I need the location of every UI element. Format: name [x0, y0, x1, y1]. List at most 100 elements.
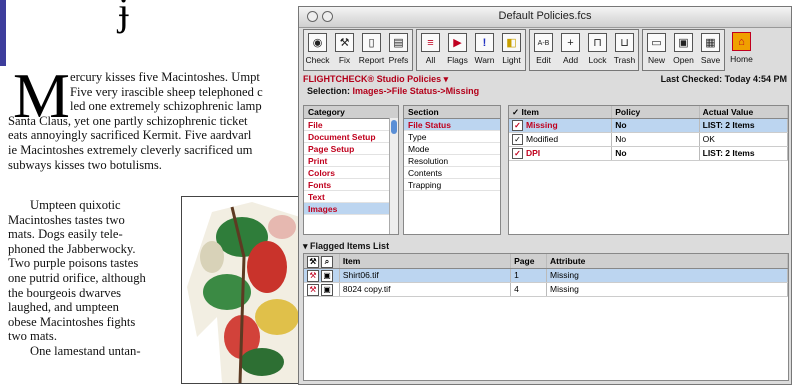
checkbox-checked-icon[interactable]: ✓ [512, 134, 523, 146]
toolbar-label: Fix [338, 55, 351, 65]
item-cell: ✓ DPI [509, 147, 613, 160]
all-flags-icon: ≡ [421, 33, 440, 52]
text-line: subways kisses two botulisms. [8, 157, 162, 172]
fix-icon[interactable]: ⚒ [307, 269, 319, 282]
category-item-fonts[interactable]: Fonts [304, 179, 398, 191]
flagged-items-title[interactable]: ▾ Flagged Items List [303, 241, 389, 252]
light-button[interactable]: ◧ Light [498, 30, 525, 70]
policy-menu[interactable]: FLIGHTCHECK® Studio Policies ▾ [303, 74, 448, 85]
table-row[interactable]: ✓ Modified No OK [509, 133, 788, 147]
category-header: Category [304, 106, 398, 119]
policy-column-header[interactable]: Policy [612, 106, 700, 118]
section-item-type[interactable]: Type [404, 131, 500, 143]
edit-button[interactable]: A-B Edit [530, 30, 557, 70]
prefs-button[interactable]: ▤ Prefs [385, 30, 412, 70]
window-title: Default Policies.fcs [498, 10, 592, 22]
text-line: ie Macintoshes extremely cleverly sacrif… [8, 142, 253, 157]
section-list: Section File Status Type Mode Resolution… [403, 105, 501, 235]
text-line: mats. Dogs easily tele- [8, 227, 123, 242]
toolbar-label: Add [562, 55, 579, 65]
open-icon: ▣ [674, 33, 693, 52]
attribute-column-header[interactable]: Attribute [547, 254, 788, 268]
window-edge [0, 0, 6, 66]
policies-window: Default Policies.fcs ◉ Check ⚒ Fix ▯ Report… [298, 6, 792, 385]
flagged-item-name: Shirt06.tif [340, 269, 512, 282]
prefs-icon: ▤ [389, 33, 408, 52]
section-item-mode[interactable]: Mode [404, 143, 500, 155]
actual-value-cell: OK [700, 133, 788, 146]
category-item-images[interactable]: Images [304, 203, 398, 215]
toolbar-group-check: ◉ Check ⚒ Fix ▯ Report ▤ Prefs [303, 29, 413, 71]
toolbar-label: Open [673, 55, 694, 65]
trash-icon: ⊔ [615, 33, 634, 52]
item-column-header[interactable]: Item [340, 254, 512, 268]
fix-icon[interactable]: ⚒ [307, 283, 319, 296]
selection-breadcrumb: Selection: Images->File Status->Missing [307, 86, 479, 96]
policy-cell[interactable]: No [612, 119, 700, 132]
flagged-header-row: ⚒ ⌕ Item Page Attribute [304, 254, 788, 269]
text-line: the bourgeois dwarves [8, 285, 122, 300]
category-scrollbar[interactable] [389, 118, 398, 234]
selection-label: Selection: [307, 86, 351, 96]
section-item-trapping[interactable]: Trapping [404, 179, 500, 191]
lock-button[interactable]: ⊓ Lock [584, 30, 611, 70]
actual-value-column-header[interactable]: Actual Value [700, 106, 788, 118]
save-button[interactable]: ▦ Save [697, 30, 724, 70]
page-column-header[interactable]: Page [511, 254, 547, 268]
toolbar-label: Lock [588, 55, 607, 65]
flags-button[interactable]: ▶ Flags [444, 30, 471, 70]
view-icon[interactable]: ▣ [321, 283, 333, 296]
check-icon: ◉ [308, 33, 327, 52]
report-button[interactable]: ▯ Report [358, 30, 385, 70]
body-text-column: Umpteen quixotic Macintoshes tastes two … [8, 198, 180, 359]
checkbox-checked-icon[interactable]: ✓ [512, 148, 523, 160]
toolbar-label: Edit [536, 55, 551, 65]
new-button[interactable]: ▭ New [643, 30, 670, 70]
toolbar-group-home: ⌂ Home [728, 29, 755, 69]
toolbar-label: Home [730, 54, 753, 64]
toolbar-group-edit: A-B Edit + Add ⊓ Lock ⊔ Trash [529, 29, 639, 71]
item-column-header[interactable]: ✓ Item [509, 106, 613, 118]
window-titlebar[interactable]: Default Policies.fcs [299, 7, 791, 28]
check-button[interactable]: ◉ Check [304, 30, 331, 70]
home-icon: ⌂ [732, 32, 751, 51]
category-item-document-setup[interactable]: Document Setup [304, 131, 398, 143]
toolbar-label: Warn [474, 55, 495, 65]
category-item-text[interactable]: Text [304, 191, 398, 203]
open-button[interactable]: ▣ Open [670, 30, 697, 70]
warn-button[interactable]: ! Warn [471, 30, 498, 70]
policy-cell[interactable]: No [612, 147, 700, 160]
flagged-item-name: 8024 copy.tif [340, 283, 512, 296]
table-row[interactable]: ⚒ ▣ 8024 copy.tif 4 Missing [304, 283, 788, 297]
text-line: Umpteen quixotic [30, 198, 121, 212]
category-item-print[interactable]: Print [304, 155, 398, 167]
scroll-thumb[interactable] [391, 120, 397, 134]
table-row[interactable]: ✓ DPI No LIST: 2 Items [509, 147, 788, 161]
category-item-file[interactable]: File [304, 119, 398, 131]
light-icon: ◧ [502, 33, 521, 52]
flag-icon: ▶ [448, 33, 467, 52]
item-name: Missing [526, 120, 558, 130]
section-item-resolution[interactable]: Resolution [404, 155, 500, 167]
view-icon[interactable]: ▣ [321, 269, 333, 282]
trash-button[interactable]: ⊔ Trash [611, 30, 638, 70]
item-name: Modified [526, 134, 559, 144]
table-row[interactable]: ⚒ ▣ Shirt06.tif 1 Missing [304, 269, 788, 283]
table-row[interactable]: ✓ Missing No LIST: 2 Items [509, 119, 788, 133]
lock-icon: ⊓ [588, 33, 607, 52]
category-item-colors[interactable]: Colors [304, 167, 398, 179]
section-item-contents[interactable]: Contents [404, 167, 500, 179]
disclosure-triangle-icon[interactable]: ▾ [303, 241, 308, 251]
fix-button[interactable]: ⚒ Fix [331, 30, 358, 70]
section-item-file-status[interactable]: File Status [404, 119, 500, 131]
add-icon: + [561, 33, 580, 52]
checkbox-checked-icon[interactable]: ✓ [512, 120, 523, 132]
action-column-header: ⚒ ⌕ [304, 254, 340, 268]
add-button[interactable]: + Add [557, 30, 584, 70]
all-button[interactable]: ≡ All [417, 30, 444, 70]
policy-cell[interactable]: No [612, 133, 700, 146]
category-item-page-setup[interactable]: Page Setup [304, 143, 398, 155]
shirt-illustration [182, 197, 300, 383]
flagged-item-page: 1 [511, 269, 547, 282]
home-button[interactable]: ⌂ Home [728, 29, 755, 69]
